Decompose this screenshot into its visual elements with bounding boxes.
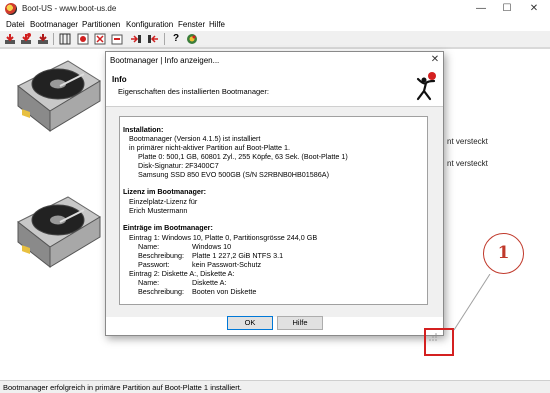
close-button[interactable]: ✕: [521, 2, 547, 16]
install-icon[interactable]: [4, 33, 16, 45]
menu-konfiguration[interactable]: Konfiguration: [126, 19, 173, 31]
toolbar: ?: [0, 31, 550, 48]
dialog-header: Info Eigenschaften des installierten Boo…: [106, 69, 443, 102]
dialog-title: Bootmanager | Info anzeigen...: [110, 56, 220, 65]
info-value: Windows 10: [192, 242, 232, 251]
hard-disk-icon: [17, 196, 101, 269]
partition-status-text: nt versteckt: [447, 137, 488, 146]
info-line: Disk-Signatur: 2F3400C7: [138, 161, 219, 170]
section-heading: Lizenz im Bootmanager:: [123, 187, 207, 196]
info-label: Name:: [138, 278, 160, 287]
section-heading: Einträge im Bootmanager:: [123, 223, 213, 232]
info-icon[interactable]: [186, 33, 198, 45]
info-line: Samsung SSD 850 EVO 500GB (S/N S2RBNB0HB…: [138, 170, 329, 179]
section-heading: Installation:: [123, 125, 164, 134]
delete-icon[interactable]: [94, 33, 106, 45]
dialog-close-button[interactable]: ✕: [428, 53, 442, 67]
info-line: Eintrag 2: Diskette A:, Diskette A:: [129, 269, 235, 278]
callout-pointer: [453, 274, 491, 331]
callout-number: 1: [483, 233, 524, 274]
info-line: in primärer nicht-aktiver Partition auf …: [129, 143, 290, 152]
menu-bar: Datei Bootmanager Partitionen Konfigurat…: [0, 19, 550, 31]
help-icon[interactable]: ?: [170, 33, 182, 45]
status-bar: Bootmanager erfolgreich in primäre Parti…: [0, 380, 550, 393]
uninstall-icon[interactable]: [20, 33, 32, 45]
info-label: Passwort:: [138, 260, 170, 269]
info-dialog: Bootmanager | Info anzeigen... ✕ Info Ei…: [105, 51, 444, 336]
toolbar-separator: [164, 33, 165, 45]
info-line: Eintrag 1: Windows 10, Platte 0, Partiti…: [129, 233, 318, 242]
app-icon: [5, 3, 17, 15]
menu-partitionen[interactable]: Partitionen: [82, 19, 120, 31]
info-value: Booten von Diskette: [192, 287, 257, 296]
info-value: Diskette A:: [192, 278, 227, 287]
resize-grip-icon[interactable]: [428, 332, 438, 342]
info-line: Bootmanager (Version 4.1.5) ist installi…: [129, 134, 261, 143]
backup-icon[interactable]: [111, 33, 123, 45]
hard-disk-icon: [17, 60, 101, 133]
info-line: Platte 0: 500,1 GB, 60801 Zyl., 255 Köpf…: [138, 152, 348, 161]
bootmanager-icon[interactable]: [37, 33, 49, 45]
boot-us-logo-icon: [416, 72, 436, 101]
ok-button[interactable]: OK: [227, 316, 273, 330]
info-value: Platte 1 227,2 GiB NTFS 3.1: [192, 251, 284, 260]
info-label: Beschreibung:: [138, 287, 184, 296]
dialog-header-title: Info: [112, 75, 127, 84]
toolbar-separator: [53, 33, 54, 45]
partition-status-text: nt versteckt: [447, 159, 488, 168]
info-line: Erich Mustermann: [129, 206, 188, 215]
menu-hilfe[interactable]: Hilfe: [209, 19, 225, 31]
info-label: Beschreibung:: [138, 251, 184, 260]
info-line: Einzelplatz-Lizenz für: [129, 197, 198, 206]
menu-datei[interactable]: Datei: [6, 19, 25, 31]
restore-icon[interactable]: [130, 33, 142, 45]
title-bar: Boot-US - www.boot-us.de — ☐ ✕: [0, 0, 550, 19]
help-button[interactable]: Hilfe: [277, 316, 323, 330]
menu-fenster[interactable]: Fenster: [178, 19, 205, 31]
minimize-button[interactable]: —: [468, 2, 494, 16]
info-label: Name:: [138, 242, 160, 251]
sector-icon[interactable]: [59, 33, 71, 45]
window-title: Boot-US - www.boot-us.de: [22, 4, 117, 13]
info-textbox[interactable]: Installation: Bootmanager (Version 4.1.5…: [119, 116, 428, 305]
info-value: kein Passwort-Schutz: [192, 260, 262, 269]
maximize-button[interactable]: ☐: [494, 2, 520, 16]
dialog-header-subtitle: Eigenschaften des installierten Bootmana…: [118, 87, 269, 96]
status-text: Bootmanager erfolgreich in primäre Parti…: [3, 383, 242, 392]
move-icon[interactable]: [147, 33, 159, 45]
config-icon[interactable]: [77, 33, 89, 45]
menu-bootmanager[interactable]: Bootmanager: [30, 19, 78, 31]
